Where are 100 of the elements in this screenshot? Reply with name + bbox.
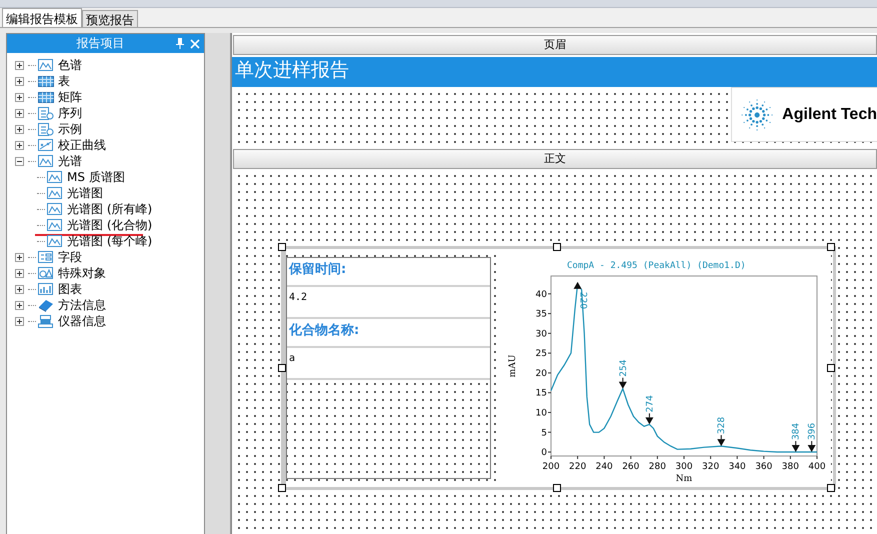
resize-handle[interactable] [552,243,560,251]
expand-icon[interactable] [15,268,24,278]
tick-label: 0 [541,448,547,458]
book-icon [38,298,54,312]
logo-text: Agilent Tech [782,106,877,124]
resize-handle[interactable] [827,243,835,251]
chart-icon [47,234,63,248]
tab[interactable]: 预览报告 [82,10,138,27]
peak-label: 384 [792,422,802,440]
tick-label: 5 [541,428,547,438]
tick-label: 15 [536,388,547,399]
resize-handle[interactable] [278,364,286,372]
field-label: 保留时间: [287,258,490,287]
report-title: 单次进样报告 [232,57,877,87]
expand-icon[interactable] [15,316,24,326]
chart-icon [47,186,63,200]
peak-label: 274 [645,395,656,412]
tick-label: 40 [536,290,547,300]
list-icon [38,122,54,136]
chart-icon [47,218,63,232]
expand-icon[interactable] [15,300,24,310]
tick-label: 20 [536,368,547,379]
tree-item[interactable]: 表 [58,72,70,90]
tree-item[interactable]: 矩阵 [58,88,82,106]
axis-label: mAU [508,354,518,378]
tree-item[interactable]: 序列 [58,104,82,122]
tree-item[interactable]: 光谱图 (化合物) [67,216,152,234]
tick-label: 360 [755,462,772,472]
expand-icon[interactable] [15,108,24,118]
tree-item[interactable]: 校正曲线 [58,136,106,154]
peak-marker [574,282,582,289]
tick-label: 30 [536,329,547,340]
close-icon[interactable] [190,38,200,48]
grid-icon [38,74,54,88]
tree-item[interactable]: 示例 [58,120,82,138]
tree-item[interactable]: 方法信息 [58,296,106,314]
tick-label: 220 [569,462,586,472]
tick-label: 260 [622,462,640,472]
tab[interactable]: 编辑报告模板 [2,8,82,27]
chart-icon [47,202,63,216]
peak-marker [645,412,654,424]
tick-label: 340 [728,462,746,472]
expand-icon[interactable] [15,60,24,70]
tree-item[interactable]: 光谱图 [67,184,103,202]
peak-label: 328 [717,416,728,434]
expand-icon[interactable] [15,252,24,262]
tick-label: 280 [648,462,666,472]
tick-label: 320 [702,462,720,472]
expand-icon[interactable] [15,124,24,134]
tree-item[interactable]: 特殊对象 [58,264,106,282]
field-label: 化合物名称: [287,319,490,348]
axis-label: Nm [676,474,692,483]
tree-item[interactable]: 光谱 [58,152,82,170]
resize-handle[interactable] [278,243,286,251]
tick-label: 300 [675,462,693,472]
peak-marker [618,377,627,389]
resize-handle[interactable] [827,484,835,492]
shapes-icon [38,266,54,280]
grid-icon [38,90,54,104]
tree-item[interactable]: 仪器信息 [58,312,106,330]
tree-item[interactable]: 光谱图 (每个峰) [67,232,152,250]
list-icon [38,106,54,120]
peak-marker [808,440,816,452]
expand-icon[interactable] [15,284,24,294]
expand-icon[interactable] [15,140,24,150]
chart-icon [38,154,54,168]
field-value: a [287,348,490,380]
tick-label: 400 [808,462,826,472]
tick-label: 380 [782,462,799,472]
tree-item[interactable]: 光谱图 (所有峰) [67,200,152,218]
collapse-icon[interactable] [15,156,24,166]
peak-marker [717,434,726,446]
panel-title: 报告项目 [76,35,126,52]
tree-item[interactable]: 字段 [58,248,82,266]
peak-label: 254 [618,360,629,377]
form-icon [38,250,54,264]
chart-icon [47,170,63,184]
chart-icon [38,58,54,72]
resize-handle[interactable] [278,484,286,492]
tick-label: 25 [536,349,547,360]
tick-label: 240 [596,462,613,472]
tick-label: 10 [536,408,547,418]
resize-handle[interactable] [552,484,560,492]
tree-item[interactable]: 图表 [58,280,82,298]
line-chart-icon [38,138,54,152]
expand-icon[interactable] [15,92,24,102]
chart-title: CompA - 2.495 (PeakAll) (Demo1.D) [567,261,746,271]
pin-icon[interactable] [176,38,184,49]
tree-item[interactable]: MS 质谱图 [67,168,125,186]
peak-label: 396 [808,422,818,440]
stack-icon [38,314,54,328]
tick-label: 200 [542,462,560,472]
expand-icon[interactable] [15,76,24,86]
tree-item[interactable]: 色谱 [58,56,82,74]
resize-handle[interactable] [827,364,835,372]
body-band[interactable]: 正文 [233,149,877,169]
tick-label: 35 [536,310,547,320]
peak-marker [792,440,800,452]
field-value: 4.2 [287,287,490,319]
header-band[interactable]: 页眉 [233,35,877,55]
